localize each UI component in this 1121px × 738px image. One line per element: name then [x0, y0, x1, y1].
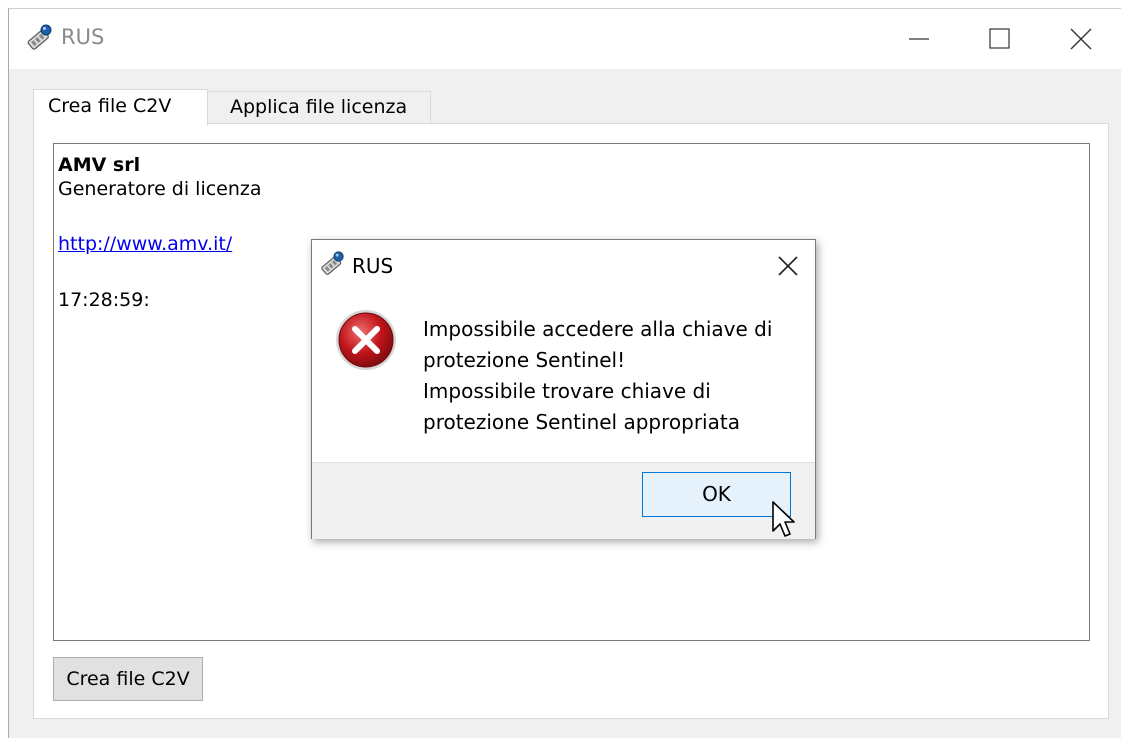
tab-applica-file-licenza[interactable]: Applica file licenza [208, 91, 431, 125]
app-icon [27, 24, 52, 50]
close-icon [778, 256, 798, 276]
close-button[interactable] [1041, 9, 1121, 69]
crea-file-c2v-button[interactable]: Crea file C2V [53, 657, 203, 701]
mouse-cursor-icon [772, 501, 795, 537]
close-icon [1070, 28, 1092, 50]
tab-crea-file-c2v[interactable]: Crea file C2V [33, 89, 208, 126]
website-link[interactable]: http://www.amv.it/ [58, 233, 232, 255]
title-bar[interactable]: RUS [9, 9, 1121, 69]
error-dialog: RUS Impossibile accedere alla chiave di … [311, 239, 816, 539]
message-line: protezione Sentinel! [423, 348, 626, 372]
maximize-button[interactable] [959, 9, 1039, 69]
company-name: AMV srl [58, 154, 141, 176]
minimize-button[interactable] [879, 9, 959, 69]
dialog-footer: OK [312, 462, 815, 539]
message-line: Impossibile trovare chiave di [423, 379, 711, 403]
ok-button[interactable]: OK [642, 472, 791, 517]
minimize-icon [909, 38, 929, 40]
app-subtitle: Generatore di licenza [58, 178, 262, 200]
error-icon [336, 310, 396, 370]
message-line: protezione Sentinel appropriata [423, 410, 740, 434]
log-timestamp: 17:28:59: [58, 289, 150, 311]
dialog-close-button[interactable] [767, 248, 807, 282]
error-message: Impossibile accedere alla chiave di prot… [423, 314, 808, 438]
window-title: RUS [61, 25, 105, 49]
maximize-icon [989, 28, 1010, 49]
dialog-title: RUS [352, 254, 394, 278]
message-line: Impossibile accedere alla chiave di [423, 317, 773, 341]
app-icon [321, 251, 344, 275]
